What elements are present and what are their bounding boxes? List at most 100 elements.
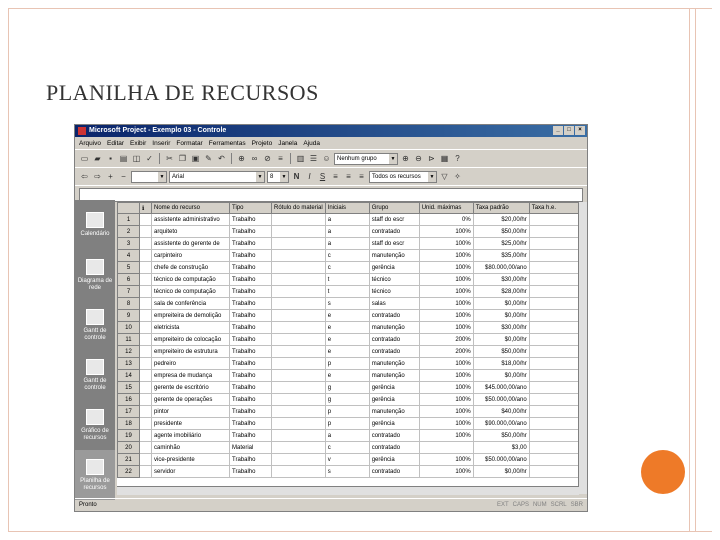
indicator-cell[interactable]: [139, 369, 152, 382]
cell-initials[interactable]: a: [324, 225, 370, 238]
cell-resource-name[interactable]: empreiteira de demolição: [151, 309, 230, 322]
column-header[interactable]: Unid. máximas: [418, 202, 474, 214]
cell-overtime-rate[interactable]: [528, 441, 582, 454]
split-task-icon[interactable]: ≡: [275, 153, 286, 164]
indicator-cell[interactable]: [139, 429, 152, 442]
cell-resource-name[interactable]: servidor: [151, 465, 230, 478]
cell-type[interactable]: Material: [229, 441, 272, 454]
cell-max-units[interactable]: 100%: [418, 465, 474, 478]
cell-material-label[interactable]: [271, 297, 326, 310]
view-resource-graph[interactable]: Gráfico de recursos: [75, 400, 115, 450]
indicator-cell[interactable]: [139, 285, 152, 298]
cell-type[interactable]: Trabalho: [229, 381, 272, 394]
cell-max-units[interactable]: 100%: [418, 321, 474, 334]
row-number[interactable]: 4: [117, 249, 140, 262]
gantt-wizard-icon[interactable]: ✧: [452, 171, 463, 182]
cell-type[interactable]: Trabalho: [229, 297, 272, 310]
cell-material-label[interactable]: [271, 213, 326, 226]
cell-standard-rate[interactable]: $40,00/hr: [472, 405, 530, 418]
row-number[interactable]: 20: [117, 441, 140, 454]
notes-icon[interactable]: ☰: [308, 153, 319, 164]
cell-resource-name[interactable]: técnico de computação: [151, 273, 230, 286]
cell-material-label[interactable]: [271, 249, 326, 262]
cell-group[interactable]: técnico: [368, 273, 420, 286]
cell-group[interactable]: gerência: [368, 417, 420, 430]
row-number[interactable]: 16: [117, 393, 140, 406]
paste-icon[interactable]: ▣: [190, 153, 201, 164]
cell-standard-rate[interactable]: $45.000,00/ano: [472, 381, 530, 394]
cell-resource-name[interactable]: agente imobiliário: [151, 429, 230, 442]
cell-overtime-rate[interactable]: [528, 309, 582, 322]
row-number[interactable]: 10: [117, 321, 140, 334]
cell-group[interactable]: manutenção: [368, 405, 420, 418]
vertical-scrollbar[interactable]: [578, 202, 587, 494]
cell-resource-name[interactable]: pintor: [151, 405, 230, 418]
cell-resource-name[interactable]: empreiteiro de estrutura: [151, 345, 230, 358]
cell-standard-rate[interactable]: $18,00/hr: [472, 357, 530, 370]
cell-initials[interactable]: e: [324, 321, 370, 334]
copy-icon[interactable]: ❐: [177, 153, 188, 164]
cell-initials[interactable]: t: [324, 285, 370, 298]
cell-type[interactable]: Trabalho: [229, 357, 272, 370]
cell-standard-rate[interactable]: $90.000,00/ano: [472, 417, 530, 430]
cell-initials[interactable]: e: [324, 309, 370, 322]
unlink-tasks-icon[interactable]: ⊘: [262, 153, 273, 164]
cell-initials[interactable]: c: [324, 261, 370, 274]
print-icon[interactable]: ▤: [118, 153, 129, 164]
row-number[interactable]: 3: [117, 237, 140, 250]
cell-group[interactable]: gerência: [368, 381, 420, 394]
table-row[interactable]: 1 assistente administrativo Trabalho a staff…: [117, 213, 582, 226]
table-row[interactable]: 17 pintor Trabalho p manutenção 100% $40,00/hr: [117, 405, 582, 418]
cell-type[interactable]: Trabalho: [229, 225, 272, 238]
cell-max-units[interactable]: 100%: [418, 369, 474, 382]
menu-janela[interactable]: Janela: [278, 140, 297, 147]
row-number[interactable]: 5: [117, 261, 140, 274]
table-row[interactable]: 14 empresa de mudança Trabalho e manutenção 1…: [117, 369, 582, 382]
table-row[interactable]: 7 técnico de computação Trabalho t técnico 10…: [117, 285, 582, 298]
row-number[interactable]: 8: [117, 297, 140, 310]
cell-type[interactable]: Trabalho: [229, 465, 272, 478]
cell-standard-rate[interactable]: $20,00/hr: [472, 213, 530, 226]
cell-max-units[interactable]: 100%: [418, 357, 474, 370]
goto-task-icon[interactable]: ⊳: [426, 153, 437, 164]
cell-resource-name[interactable]: empreiteiro de colocação: [151, 333, 230, 346]
cell-max-units[interactable]: 100%: [418, 453, 474, 466]
assign-resources-icon[interactable]: ☺: [321, 153, 332, 164]
row-number[interactable]: 7: [117, 285, 140, 298]
minimize-button[interactable]: _: [553, 126, 563, 135]
table-row[interactable]: 10 eletricista Trabalho e manutenção 100% $30,…: [117, 321, 582, 334]
cell-standard-rate[interactable]: $50,00/hr: [472, 429, 530, 442]
cell-overtime-rate[interactable]: [528, 321, 582, 334]
indicator-cell[interactable]: [139, 213, 152, 226]
table-row[interactable]: 11 empreiteiro de colocação Trabalho e contr…: [117, 333, 582, 346]
cell-max-units[interactable]: 100%: [418, 309, 474, 322]
cell-material-label[interactable]: [271, 441, 326, 454]
cell-group[interactable]: manutenção: [368, 249, 420, 262]
cell-resource-name[interactable]: assistente do gerente de: [151, 237, 230, 250]
cell-group[interactable]: contratado: [368, 345, 420, 358]
menu-ajuda[interactable]: Ajuda: [303, 140, 320, 147]
table-row[interactable]: 5 chefe de construção Trabalho c gerência 100…: [117, 261, 582, 274]
indicator-cell[interactable]: [139, 261, 152, 274]
table-row[interactable]: 18 presidente Trabalho p gerência 100% $90.000…: [117, 417, 582, 430]
cell-material-label[interactable]: [271, 237, 326, 250]
cell-material-label[interactable]: [271, 273, 326, 286]
cell-type[interactable]: Trabalho: [229, 261, 272, 274]
cell-initials[interactable]: e: [324, 333, 370, 346]
link-tasks-icon[interactable]: ∞: [249, 153, 260, 164]
column-header[interactable]: Grupo: [368, 202, 420, 214]
open-folder-icon[interactable]: ▰: [92, 153, 103, 164]
cell-max-units[interactable]: 100%: [418, 261, 474, 274]
indicator-cell[interactable]: [139, 417, 152, 430]
cell-resource-name[interactable]: caminhão: [151, 441, 230, 454]
cell-overtime-rate[interactable]: [528, 237, 582, 250]
table-row[interactable]: 15 gerente de escritório Trabalho g gerência…: [117, 381, 582, 394]
cell-initials[interactable]: g: [324, 381, 370, 394]
indicator-cell[interactable]: [139, 357, 152, 370]
cell-type[interactable]: Trabalho: [229, 249, 272, 262]
cell-group[interactable]: contratado: [368, 465, 420, 478]
new-file-icon[interactable]: ▭: [79, 153, 90, 164]
cell-initials[interactable]: a: [324, 237, 370, 250]
indicator-cell[interactable]: [139, 333, 152, 346]
cell-material-label[interactable]: [271, 321, 326, 334]
